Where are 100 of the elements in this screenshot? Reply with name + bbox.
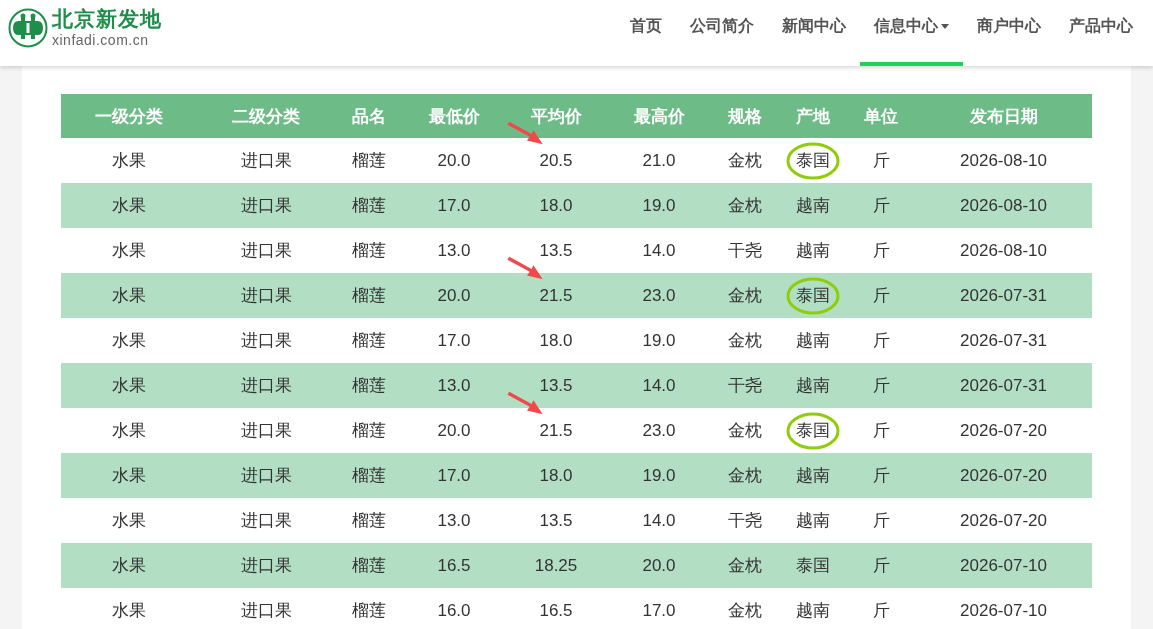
table-cell: 19.0 — [642, 330, 676, 350]
table-cell: 2026-07-31 — [960, 330, 1047, 350]
table-cell: 13.5 — [539, 375, 573, 395]
table-cell: 榴莲 — [352, 331, 386, 350]
table-cell: 2026-07-20 — [960, 510, 1047, 530]
table-cell: 斤 — [872, 376, 890, 395]
table-cell: 金枕 — [728, 196, 762, 215]
table-cell: 水果 — [112, 466, 146, 485]
table-cell: 斤 — [872, 151, 890, 170]
table-cell: 2026-07-31 — [960, 285, 1047, 305]
table-cell: 泰国 — [796, 556, 830, 575]
table-cell: 金枕 — [728, 421, 762, 440]
table-cell: 榴莲 — [352, 466, 386, 485]
nav-tab[interactable]: 新闻中心 — [768, 0, 860, 66]
table-cell: 13.5 — [539, 510, 573, 530]
table-cell: 进口果 — [240, 556, 292, 575]
table-cell: 斤 — [872, 466, 890, 485]
table-cell: 越南 — [796, 196, 830, 215]
table-cell: 越南 — [796, 466, 830, 485]
table-cell: 14.0 — [642, 375, 676, 395]
table-cell: 榴莲 — [352, 511, 386, 530]
table-cell: 2026-08-10 — [960, 150, 1047, 170]
table-cell: 18.0 — [539, 195, 573, 215]
table-cell: 斤 — [872, 196, 890, 215]
table-cell: 越南 — [796, 376, 830, 395]
table-cell: 榴莲 — [352, 241, 386, 260]
table-cell: 斤 — [872, 286, 890, 305]
table-cell: 21.0 — [642, 150, 676, 170]
table-cell: 金枕 — [728, 601, 762, 620]
table-cell: 水果 — [112, 286, 146, 305]
nav-tab[interactable]: 公司简介 — [676, 0, 768, 66]
table-cell: 榴莲 — [352, 376, 386, 395]
table-cell: 泰国 — [796, 286, 830, 305]
table-cell: 19.0 — [642, 195, 676, 215]
column-header: 平均价 — [505, 94, 607, 138]
table-cell: 2026-07-10 — [960, 600, 1047, 620]
logo-name: 北京新发地 — [52, 7, 162, 31]
table-cell: 水果 — [112, 241, 146, 260]
table-cell: 斤 — [872, 556, 890, 575]
table-cell: 18.0 — [539, 330, 573, 350]
table-cell: 水果 — [112, 511, 146, 530]
table-cell: 水果 — [112, 601, 146, 620]
table-cell: 2026-08-10 — [960, 195, 1047, 215]
logo-icon — [8, 8, 48, 48]
nav-tab[interactable]: 首页 — [616, 0, 676, 66]
table-cell: 进口果 — [240, 601, 292, 620]
column-header: 最低价 — [403, 94, 505, 138]
table-cell: 20.0 — [437, 150, 471, 170]
column-header: 规格 — [711, 94, 779, 138]
column-header: 品名 — [335, 94, 403, 138]
table-cell: 泰国 — [796, 421, 830, 440]
table-cell: 14.0 — [642, 510, 676, 530]
table-cell: 2026-07-20 — [960, 420, 1047, 440]
table-cell: 进口果 — [240, 511, 292, 530]
nav-tab[interactable]: 产品中心 — [1055, 0, 1147, 66]
table-cell: 2026-07-31 — [960, 375, 1047, 395]
table-cell: 水果 — [112, 421, 146, 440]
table-cell: 18.25 — [534, 555, 578, 575]
table-cell: 金枕 — [728, 466, 762, 485]
column-header: 二级分类 — [197, 94, 335, 138]
table-cell: 金枕 — [728, 331, 762, 350]
table-cell: 斤 — [872, 331, 890, 350]
table-cell: 榴莲 — [352, 556, 386, 575]
table-cell: 18.0 — [539, 465, 573, 485]
table-cell: 榴莲 — [352, 151, 386, 170]
table-cell: 金枕 — [728, 151, 762, 170]
table-cell: 13.0 — [437, 240, 471, 260]
table-cell: 23.0 — [642, 285, 676, 305]
table-cell: 20.0 — [437, 420, 471, 440]
table-cell: 21.5 — [539, 420, 573, 440]
table-cell: 水果 — [112, 376, 146, 395]
logo-domain: xinfadi.com.cn — [52, 31, 150, 49]
table-cell: 2026-08-10 — [960, 240, 1047, 260]
table-cell: 进口果 — [240, 151, 292, 170]
table-cell: 2026-07-10 — [960, 555, 1047, 575]
table-cell: 水果 — [112, 331, 146, 350]
table-cell: 23.0 — [642, 420, 676, 440]
nav-tab[interactable]: 商户中心 — [963, 0, 1055, 66]
table-cell: 20.5 — [539, 150, 573, 170]
table-cell: 水果 — [112, 556, 146, 575]
table-cell: 越南 — [796, 601, 830, 620]
column-header: 发布日期 — [915, 94, 1092, 138]
table-cell: 越南 — [796, 331, 830, 350]
column-header: 一级分类 — [61, 94, 197, 138]
column-header: 最高价 — [607, 94, 711, 138]
table-cell: 干尧 — [728, 241, 762, 260]
table-cell: 16.5 — [437, 555, 471, 575]
table-cell: 进口果 — [240, 376, 292, 395]
table-cell: 水果 — [112, 151, 146, 170]
table-cell: 13.0 — [437, 375, 471, 395]
table-cell: 16.0 — [437, 600, 471, 620]
table-cell: 17.0 — [437, 195, 471, 215]
table-cell: 水果 — [112, 196, 146, 215]
table-cell: 13.5 — [539, 240, 573, 260]
table-cell: 榴莲 — [352, 286, 386, 305]
table-cell: 进口果 — [240, 421, 292, 440]
table-cell: 金枕 — [728, 286, 762, 305]
table-cell: 21.5 — [539, 285, 573, 305]
table-cell: 进口果 — [240, 286, 292, 305]
table-cell: 榴莲 — [352, 601, 386, 620]
